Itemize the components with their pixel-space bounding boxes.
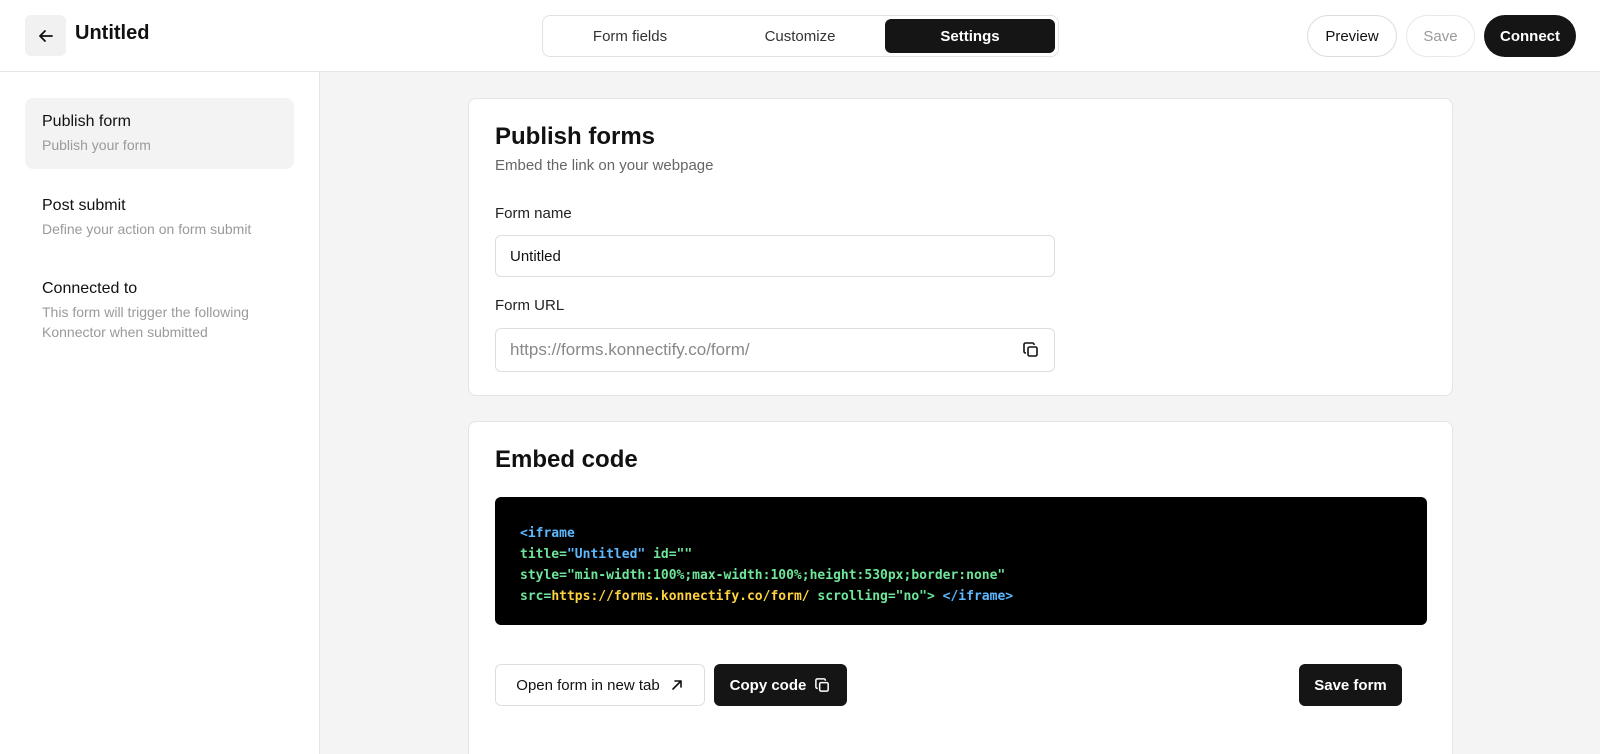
embed-code-block[interactable]: <iframe title="Untitled" id="" style="mi… [495,497,1427,625]
save-form-button[interactable]: Save form [1299,664,1402,706]
form-url-field-wrapper [495,328,1055,372]
external-link-icon [671,680,682,690]
sidebar-item-subtitle: This form will trigger the following Kon… [42,304,249,340]
form-url-label: Form URL [495,297,565,314]
form-url-input[interactable] [510,340,1040,360]
code-line: style="min-width:100%;max-width:100%;hei… [520,565,1402,586]
tab-form-fields[interactable]: Form fields [545,19,715,53]
sidebar-item-title: Connected to [42,280,138,297]
save-button[interactable]: Save [1406,15,1475,57]
code-attr: title= [520,547,567,562]
sidebar-item-title: Post submit [42,197,126,214]
sidebar-item-connected-to[interactable]: Connected to This form will trigger the … [25,265,294,356]
code-string: "Untitled" [566,547,646,562]
top-bar: Untitled Form fields Customize Settings … [0,0,1600,72]
connect-button[interactable]: Connect [1484,15,1576,57]
open-form-label: Open form in new tab [516,676,660,694]
code-tag: </iframe> [934,589,1014,604]
tab-customize[interactable]: Customize [715,19,885,53]
arrow-left-icon [38,29,53,42]
code-url: https://forms.konnectify.co/form/ [551,589,810,604]
main-tabs: Form fields Customize Settings [542,15,1059,57]
card-title: Embed code [495,446,638,473]
form-name-input[interactable] [510,247,1040,265]
code-tag: <iframe [520,526,575,541]
code-attr: id="" [645,547,693,562]
sidebar-item-post-submit[interactable]: Post submit Define your action on form s… [25,182,294,253]
sidebar-item-publish-form[interactable]: Publish form Publish your form [25,98,294,169]
copy-code-button[interactable]: Copy code [714,664,847,706]
code-line: <iframe [520,523,1402,544]
code-attr: style="min-width:100%;max-width:100%;hei… [520,568,1006,583]
publish-forms-card: Publish forms Embed the link on your web… [468,98,1453,396]
form-name-label: Form name [495,205,572,222]
code-attr: src= [520,589,552,604]
back-button[interactable] [25,15,66,56]
code-attr: scrolling="no"> [809,589,935,604]
open-form-new-tab-button[interactable]: Open form in new tab [495,664,705,706]
card-title: Publish forms [495,123,656,150]
card-subtitle: Embed the link on your webpage [495,157,714,174]
embed-code-card: Embed code <iframe title="Untitled" id="… [468,421,1453,754]
code-line: title="Untitled" id="" [520,544,1402,565]
preview-button[interactable]: Preview [1307,15,1397,57]
tab-settings[interactable]: Settings [885,19,1055,53]
sidebar-item-title: Publish form [42,113,131,130]
copy-icon[interactable] [1022,341,1040,364]
settings-sidebar: Publish form Publish your form Post subm… [0,72,320,754]
sidebar-item-subtitle: Publish your form [42,137,151,153]
sidebar-item-subtitle: Define your action on form submit [42,221,252,237]
code-line: src=https://forms.konnectify.co/form/ sc… [520,586,1402,607]
form-name-field-wrapper [495,235,1055,277]
copy-icon [815,677,830,692]
copy-code-label: Copy code [729,676,807,694]
form-title: Untitled [75,22,150,44]
